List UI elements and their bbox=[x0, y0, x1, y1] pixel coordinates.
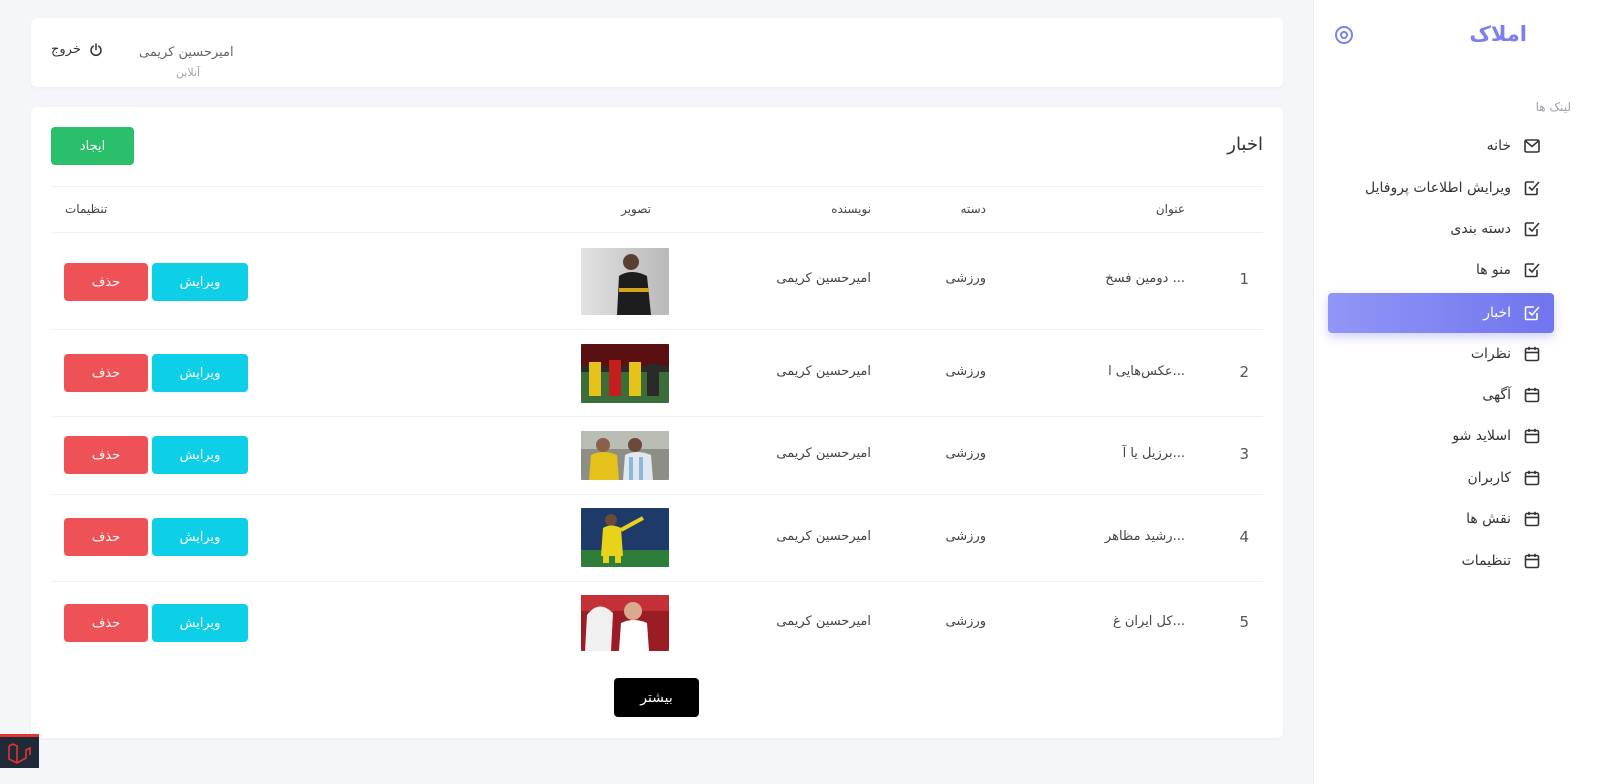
row-author: امیرحسین کریمی bbox=[776, 364, 871, 379]
user-status: آنلاین bbox=[176, 66, 201, 79]
sidebar-item-home[interactable]: خانه bbox=[1328, 126, 1554, 166]
sidebar-item-news[interactable]: اخبار bbox=[1328, 293, 1554, 333]
more-button[interactable]: بیشتر bbox=[614, 678, 699, 717]
edit-button[interactable]: ویرایش bbox=[152, 436, 248, 474]
calendar-icon bbox=[1523, 386, 1541, 404]
news-thumbnail bbox=[581, 248, 669, 315]
column-header-title: عنوان bbox=[1155, 202, 1185, 216]
table-row: 1 دومین فسخ ... ورزشی امیرحسین کریمی ویر… bbox=[51, 233, 1263, 329]
news-thumbnail bbox=[581, 344, 669, 403]
checkbox-icon bbox=[1523, 304, 1541, 322]
table-row: 2 عکس‌هایی ا... ورزشی امیرحسین کریمی ویر… bbox=[51, 330, 1263, 416]
topbar: خروج امیرحسین کریمی آنلاین bbox=[31, 18, 1283, 87]
edit-button[interactable]: ویرایش bbox=[152, 354, 248, 392]
calendar-icon bbox=[1523, 469, 1541, 487]
sidebar-item-label: ویرایش اطلاعات پروفایل bbox=[1365, 180, 1511, 196]
sidebar-item-ads[interactable]: آگهی bbox=[1328, 375, 1554, 415]
sidebar-item-roles[interactable]: نقش ها bbox=[1328, 499, 1554, 539]
table-row: 5 کل ایران غ... ورزشی امیرحسین کریمی ویر… bbox=[51, 582, 1263, 663]
calendar-icon bbox=[1523, 345, 1541, 363]
row-title: کل ایران غ... bbox=[1112, 614, 1185, 629]
row-category: ورزشی bbox=[945, 364, 986, 379]
sidebar-item-label: کاربران bbox=[1467, 470, 1511, 486]
checkbox-icon bbox=[1523, 261, 1541, 279]
table-row: 4 رشید مظاهر... ورزشی امیرحسین کریمی ویر… bbox=[51, 495, 1263, 581]
news-panel: اخبار ایجاد عنوان دسته نویسنده تصویر تنظ… bbox=[31, 107, 1283, 738]
row-category: ورزشی bbox=[945, 446, 986, 461]
logout-button[interactable]: خروج bbox=[51, 42, 103, 57]
news-thumbnail bbox=[581, 508, 669, 567]
row-category: ورزشی bbox=[945, 614, 986, 629]
laravel-debugbar-toggle[interactable] bbox=[0, 734, 39, 768]
sidebar-item-menus[interactable]: منو ها bbox=[1328, 250, 1554, 290]
sidebar-item-categories[interactable]: دسته بندی bbox=[1328, 209, 1554, 249]
sidebar-item-label: آگهی bbox=[1482, 387, 1511, 403]
sidebar-item-users[interactable]: کاربران bbox=[1328, 458, 1554, 498]
delete-button[interactable]: حذف bbox=[64, 604, 148, 642]
row-title: برزیل یا آ... bbox=[1122, 446, 1185, 461]
row-category: ورزشی bbox=[945, 271, 986, 286]
sidebar-item-label: نظرات bbox=[1470, 346, 1511, 362]
sidebar-item-label: نقش ها bbox=[1466, 511, 1511, 527]
power-icon bbox=[89, 42, 103, 57]
sidebar-item-edit-profile[interactable]: ویرایش اطلاعات پروفایل bbox=[1328, 168, 1554, 208]
sidebar-item-label: تنظیمات bbox=[1461, 553, 1511, 569]
delete-button[interactable]: حذف bbox=[64, 436, 148, 474]
row-number: 2 bbox=[1239, 363, 1249, 381]
news-thumbnail bbox=[581, 595, 669, 651]
row-category: ورزشی bbox=[945, 529, 986, 544]
sidebar-item-label: خانه bbox=[1486, 138, 1511, 154]
calendar-icon bbox=[1523, 427, 1541, 445]
user-name: امیرحسین کریمی bbox=[139, 45, 234, 60]
row-title: دومین فسخ ... bbox=[1105, 271, 1185, 286]
sidebar-item-comments[interactable]: نظرات bbox=[1328, 334, 1554, 374]
row-title: عکس‌هایی ا... bbox=[1108, 364, 1185, 379]
sidebar-item-settings[interactable]: تنظیمات bbox=[1328, 541, 1554, 581]
checkbox-icon bbox=[1523, 179, 1541, 197]
row-number: 5 bbox=[1239, 613, 1249, 631]
create-button[interactable]: ایجاد bbox=[51, 127, 134, 165]
checkbox-icon bbox=[1523, 220, 1541, 238]
envelope-icon bbox=[1523, 137, 1541, 155]
links-heading: لینک ها bbox=[1535, 100, 1571, 114]
row-number: 4 bbox=[1239, 528, 1249, 546]
calendar-icon bbox=[1523, 510, 1541, 528]
edit-button[interactable]: ویرایش bbox=[152, 604, 248, 642]
column-header-settings: تنظیمات bbox=[65, 202, 108, 216]
column-header-image: تصویر bbox=[621, 202, 651, 216]
brand-title[interactable]: املاک bbox=[1469, 22, 1527, 46]
delete-button[interactable]: حذف bbox=[64, 518, 148, 556]
delete-button[interactable]: حذف bbox=[64, 263, 148, 301]
news-thumbnail bbox=[581, 431, 669, 480]
column-header-author: نویسنده bbox=[831, 202, 871, 216]
row-number: 1 bbox=[1239, 270, 1249, 288]
logout-label: خروج bbox=[51, 42, 81, 57]
sidebar-item-label: اسلاید شو bbox=[1452, 428, 1511, 444]
edit-button[interactable]: ویرایش bbox=[152, 518, 248, 556]
row-title: رشید مظاهر... bbox=[1104, 529, 1185, 544]
row-author: امیرحسین کریمی bbox=[776, 271, 871, 286]
row-number: 3 bbox=[1239, 445, 1249, 463]
divider bbox=[51, 186, 1263, 187]
row-author: امیرحسین کریمی bbox=[776, 529, 871, 544]
page-title: اخبار bbox=[1227, 134, 1263, 155]
column-header-category: دسته bbox=[960, 202, 986, 216]
target-icon[interactable] bbox=[1334, 25, 1354, 45]
table-row: 3 برزیل یا آ... ورزشی امیرحسین کریمی ویر… bbox=[51, 417, 1263, 494]
sidebar: املاک لینک ها خانه ویرایش اطلاعات پروفای… bbox=[1313, 0, 1600, 784]
sidebar-item-label: دسته بندی bbox=[1450, 221, 1511, 237]
delete-button[interactable]: حذف bbox=[64, 354, 148, 392]
edit-button[interactable]: ویرایش bbox=[152, 263, 248, 301]
row-author: امیرحسین کریمی bbox=[776, 446, 871, 461]
sidebar-item-label: منو ها bbox=[1475, 262, 1511, 278]
calendar-icon bbox=[1523, 552, 1541, 570]
sidebar-item-label: اخبار bbox=[1483, 305, 1511, 321]
sidebar-item-slideshow[interactable]: اسلاید شو bbox=[1328, 416, 1554, 456]
row-author: امیرحسین کریمی bbox=[776, 614, 871, 629]
laravel-logo-icon bbox=[8, 743, 31, 764]
